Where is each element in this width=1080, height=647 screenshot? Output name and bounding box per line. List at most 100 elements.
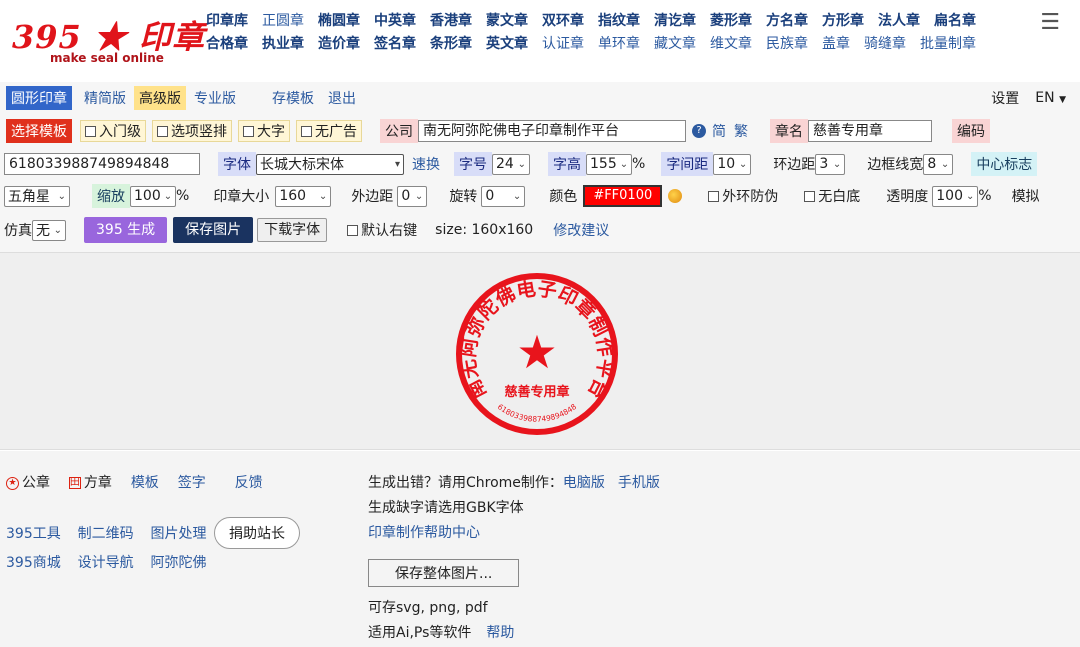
- color-input[interactable]: #FF0100: [583, 185, 663, 207]
- save-image-button[interactable]: 保存图片: [173, 217, 254, 243]
- amitabha-link[interactable]: 阿弥陀佛: [151, 555, 207, 571]
- checkbox-label: 外环防伪: [722, 189, 779, 205]
- font-height-value: 155: [590, 156, 617, 172]
- language-switch[interactable]: EN ▼: [1035, 90, 1066, 106]
- hamburger-menu-icon[interactable]: ☰: [1040, 10, 1060, 35]
- nav-link[interactable]: 签名章: [374, 33, 416, 53]
- signature-link[interactable]: 签字: [178, 475, 206, 491]
- suggestion-link[interactable]: 修改建议: [553, 220, 609, 240]
- mobile-version-link[interactable]: 手机版: [618, 475, 660, 491]
- nav-link[interactable]: 蒙文章: [486, 10, 528, 30]
- nav-link[interactable]: 方形章: [822, 10, 864, 30]
- nav-link[interactable]: 印章库: [206, 10, 248, 30]
- help-center-link[interactable]: 印章制作帮助中心: [368, 525, 480, 541]
- help-circle-icon[interactable]: ?: [692, 124, 706, 138]
- seal-code-text: 618033988749894848: [496, 402, 579, 424]
- nav-link[interactable]: 批量制章: [920, 33, 976, 53]
- nav-link[interactable]: 合格章: [206, 33, 248, 53]
- nav-link[interactable]: 清讫章: [654, 10, 696, 30]
- outer-margin-select[interactable]: 0 ⌄: [397, 185, 428, 207]
- nav-link[interactable]: 盖章: [822, 33, 850, 53]
- color-picker-icon[interactable]: [668, 189, 683, 203]
- nav-link[interactable]: 造价章: [318, 33, 360, 53]
- nav-link[interactable]: 指纹章: [598, 10, 640, 30]
- site-logo[interactable]: 395 ★ 印章 make seal online: [10, 10, 204, 66]
- tools-link[interactable]: 395工具: [6, 526, 61, 542]
- nav-link[interactable]: 椭圆章: [318, 10, 360, 30]
- image-processing-link[interactable]: 图片处理: [151, 526, 207, 542]
- nav-link[interactable]: 中英章: [374, 10, 416, 30]
- nav-link[interactable]: 双环章: [542, 10, 584, 30]
- square-seal-link[interactable]: 田方章: [68, 475, 112, 491]
- round-seal-link[interactable]: ★ 公章: [6, 475, 50, 491]
- nav-link[interactable]: 英文章: [486, 33, 528, 53]
- nav-link[interactable]: 执业章: [262, 33, 304, 53]
- help-link[interactable]: 帮助: [486, 625, 514, 641]
- nav-link[interactable]: 民族章: [766, 33, 808, 53]
- mode-pro-tab[interactable]: 专业版: [194, 88, 236, 108]
- font-height-select[interactable]: 155 ⌄: [586, 153, 632, 175]
- simplified-link[interactable]: 简: [712, 121, 726, 141]
- nav-link[interactable]: 认证章: [542, 33, 584, 53]
- mode-simple-tab[interactable]: 精简版: [84, 88, 126, 108]
- code-input[interactable]: 618033988749894848: [4, 153, 200, 175]
- nav-link[interactable]: 维文章: [710, 33, 752, 53]
- design-nav-link[interactable]: 设计导航: [78, 555, 134, 571]
- exit-link[interactable]: 退出: [328, 88, 356, 108]
- footer: ★ 公章 田方章 模板 签字 反馈 395工具 制二维码 图片处理 捐助站长 39…: [0, 451, 1080, 647]
- checkbox-label: 大字: [257, 124, 285, 140]
- beginner-checkbox[interactable]: 入门级: [80, 120, 146, 142]
- outer-ring-security-checkbox[interactable]: 外环防伪: [708, 186, 778, 206]
- nav-link[interactable]: 香港章: [430, 10, 472, 30]
- settings-link[interactable]: 设置: [991, 88, 1019, 108]
- save-template-link[interactable]: 存模板: [272, 88, 314, 108]
- seal-size-select[interactable]: 160 ⌄: [275, 185, 332, 207]
- center-shape-select[interactable]: 五角星 ⌄: [4, 185, 70, 207]
- feedback-link[interactable]: 反馈: [235, 475, 263, 491]
- nav-link[interactable]: 菱形章: [710, 10, 752, 30]
- nav-link[interactable]: 条形章: [430, 33, 472, 53]
- company-input[interactable]: 南无阿弥陀佛电子印章制作平台: [418, 120, 686, 142]
- checkbox-label: 无广告: [315, 124, 357, 140]
- nav-link[interactable]: 扁名章: [934, 10, 976, 30]
- quick-switch-link[interactable]: 速换: [412, 154, 440, 174]
- template-link[interactable]: 模板: [131, 475, 159, 491]
- simulation-select[interactable]: 无 ⌄: [32, 219, 66, 241]
- nav-link[interactable]: 骑缝章: [864, 33, 906, 53]
- opacity-select[interactable]: 100 ⌄: [932, 185, 979, 207]
- vertical-options-checkbox[interactable]: 选项竖排: [152, 120, 232, 142]
- ring-margin-select[interactable]: 3 ⌄: [815, 153, 846, 175]
- font-select[interactable]: 长城大标宋体 ▾: [256, 153, 404, 175]
- zoom-select[interactable]: 100 ⌄: [130, 185, 176, 207]
- pc-version-link[interactable]: 电脑版: [563, 475, 605, 491]
- generate-button[interactable]: 395 生成: [84, 217, 168, 243]
- no-white-bg-checkbox[interactable]: 无白底: [804, 186, 860, 206]
- center-logo-button[interactable]: 中心标志: [971, 152, 1038, 176]
- encode-button[interactable]: 编码: [952, 119, 990, 143]
- seal-name-input[interactable]: 慈善专用章: [808, 120, 932, 142]
- save-whole-image-button[interactable]: 保存整体图片...: [368, 559, 520, 587]
- nav-link[interactable]: 单环章: [598, 33, 640, 53]
- letter-spacing-select[interactable]: 10 ⌄: [713, 153, 752, 175]
- qrcode-link[interactable]: 制二维码: [78, 526, 134, 542]
- donate-button[interactable]: 捐助站长: [214, 517, 300, 549]
- nav-link[interactable]: 法人章: [878, 10, 920, 30]
- nav-link[interactable]: 方名章: [766, 10, 808, 30]
- top-nav: 印章库 正圆章 椭圆章 中英章 香港章 蒙文章 双环章 指纹章 清讫章 菱形章 方名章 方形章 法人章扁…: [206, 8, 1026, 54]
- font-size-select[interactable]: 24 ⌄: [492, 153, 530, 175]
- mode-round-tab[interactable]: 圆形印章: [6, 86, 72, 110]
- mode-advanced-tab[interactable]: 高级版: [134, 86, 186, 110]
- chevron-down-icon: ▾: [394, 158, 400, 170]
- border-width-select[interactable]: 8 ⌄: [923, 153, 954, 175]
- big-text-checkbox[interactable]: 大字: [238, 120, 290, 142]
- seal-preview[interactable]: 南无阿弥陀佛电子印章制作平台 ★ 慈善专用章 61803398874989484…: [453, 270, 621, 438]
- nav-link[interactable]: 正圆章: [262, 10, 304, 30]
- mall-link[interactable]: 395商城: [6, 555, 61, 571]
- download-font-button[interactable]: 下载字体: [257, 218, 328, 242]
- no-ads-checkbox[interactable]: 无广告: [296, 120, 362, 142]
- choose-template-button[interactable]: 选择模板: [6, 119, 72, 143]
- traditional-link[interactable]: 繁: [734, 121, 748, 141]
- rotate-select[interactable]: 0 ⌄: [481, 185, 526, 207]
- nav-link[interactable]: 藏文章: [654, 33, 696, 53]
- default-right-click-checkbox[interactable]: 默认右键: [347, 220, 417, 240]
